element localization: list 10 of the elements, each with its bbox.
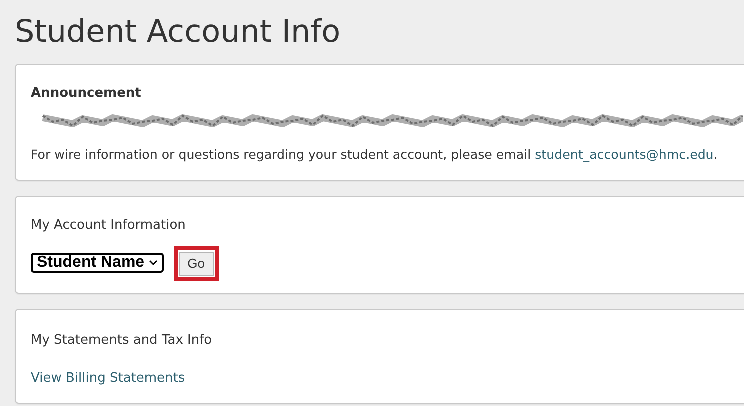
page-title: Student Account Info	[15, 13, 341, 52]
card-heading: My Statements and Tax Info	[31, 332, 212, 348]
chevron-down-icon	[148, 260, 158, 266]
card-heading: My Account Information	[31, 218, 186, 233]
student-select[interactable]: Student Name	[31, 253, 164, 274]
email-link[interactable]: student_accounts@hmc.edu	[535, 147, 714, 162]
announcement-text: For wire information or questions regarding your student account, please email student_accounts@hmc.edu.	[31, 146, 718, 164]
billing-statements-link[interactable]: View Billing Statements	[31, 370, 186, 386]
go-button[interactable]: Go	[178, 252, 214, 276]
card-heading: Announcement	[31, 86, 142, 101]
